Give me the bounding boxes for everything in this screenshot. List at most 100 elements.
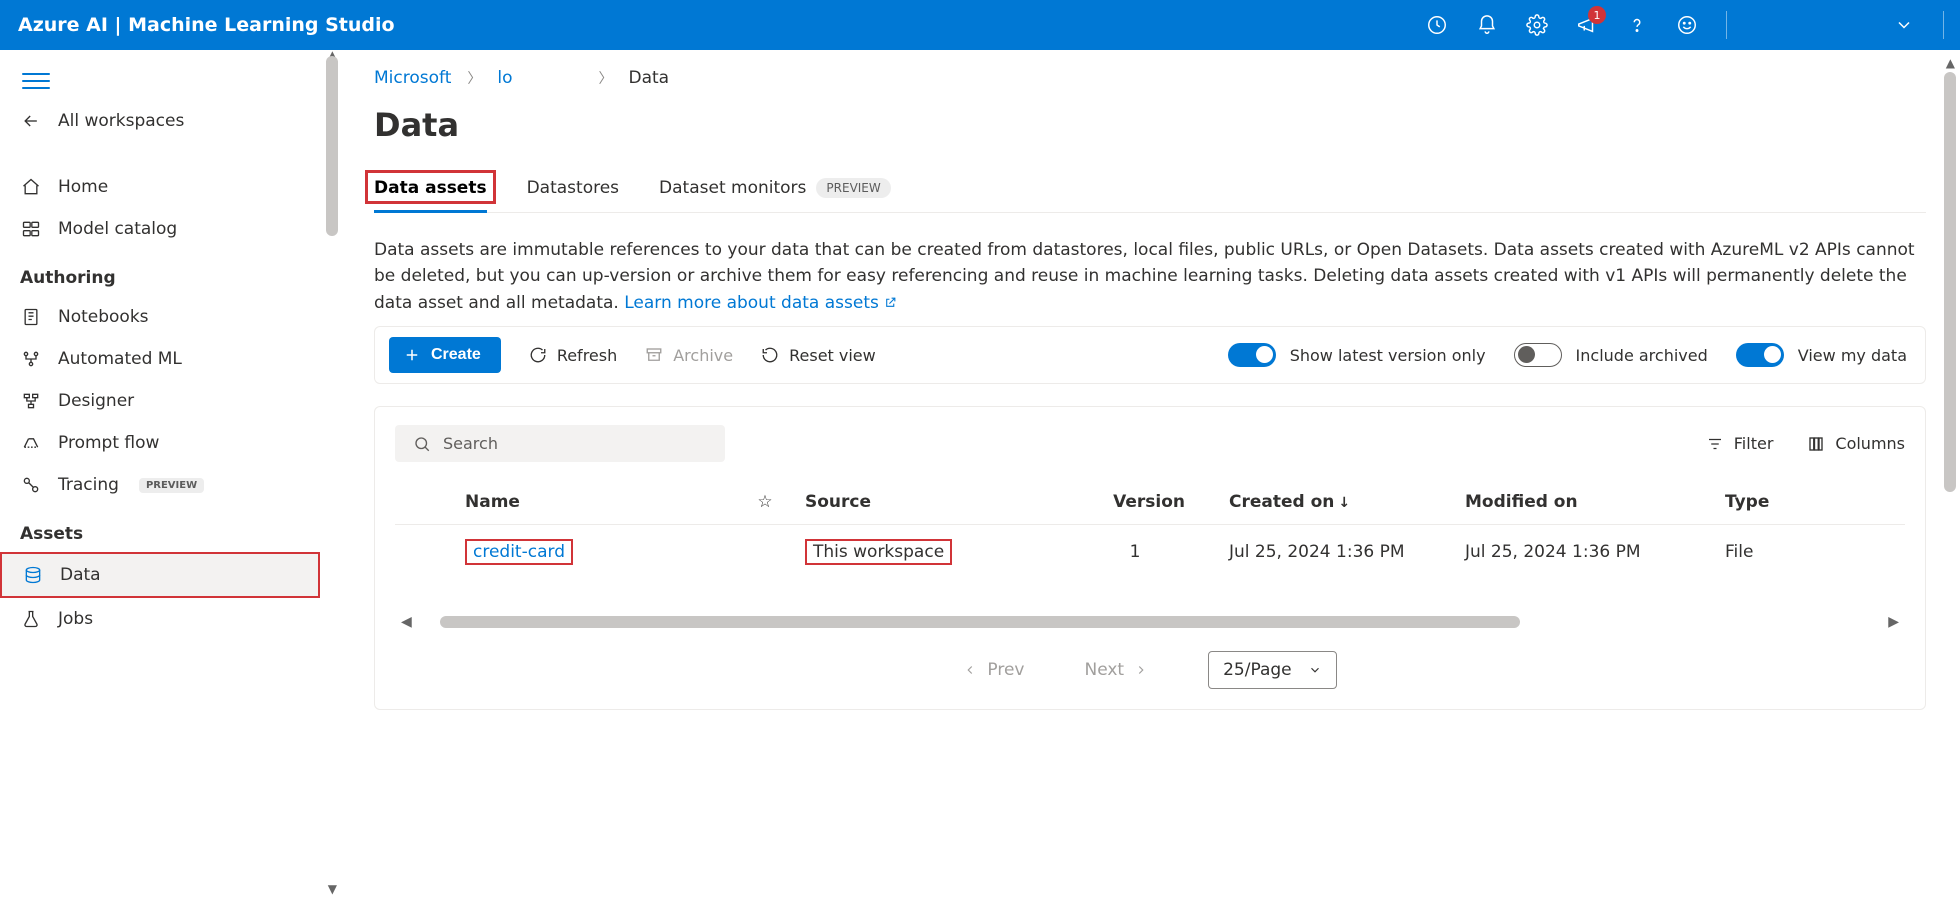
pager-prev[interactable]: Prev [963, 660, 1024, 680]
toggle-latest-version-switch[interactable] [1228, 343, 1276, 367]
topbar-icons: 1 [1426, 11, 1944, 39]
topbar: Azure AI | Machine Learning Studio 1 [0, 0, 1960, 50]
scroll-up-icon[interactable]: ▲ [1946, 56, 1955, 70]
chevron-right-icon: 〉 [599, 68, 613, 88]
catalog-icon [20, 218, 42, 240]
sidebar-item-data[interactable]: Data [0, 552, 320, 598]
bell-icon[interactable] [1476, 14, 1498, 36]
scroll-down-icon[interactable]: ▼ [328, 882, 337, 896]
scroll-thumb[interactable] [326, 56, 338, 236]
sidebar-item-label: Home [58, 177, 108, 197]
notebook-icon [20, 306, 42, 328]
col-type[interactable]: Type [1715, 480, 1905, 525]
main-wrap: Microsoft 〉 lo 〉 Data Data Data assets D… [340, 50, 1960, 900]
breadcrumb-root[interactable]: Microsoft [374, 68, 451, 88]
toggle-label: Show latest version only [1290, 346, 1486, 365]
clock-icon[interactable] [1426, 14, 1448, 36]
page-size-select[interactable]: 25/Page [1208, 651, 1337, 689]
prompt-flow-icon [20, 432, 42, 454]
table-tool-right: Filter Columns [1706, 434, 1905, 453]
toggle-include-archived: Include archived [1514, 343, 1708, 367]
sort-desc-icon: ↓ [1338, 495, 1350, 511]
filter-button[interactable]: Filter [1706, 434, 1774, 453]
command-bar: Create Refresh Archive Reset view S [374, 326, 1926, 384]
tab-datastores[interactable]: Datastores [527, 178, 619, 212]
sidebar-item-label: Model catalog [58, 219, 177, 239]
hamburger-icon[interactable] [0, 58, 320, 100]
data-icon [22, 564, 44, 586]
horizontal-scrollbar[interactable]: ◀ ▶ [395, 615, 1905, 629]
arrow-left-icon [20, 110, 42, 132]
chevron-down-icon[interactable] [1893, 14, 1915, 36]
reset-view-button[interactable]: Reset view [761, 346, 876, 365]
archive-button[interactable]: Archive [645, 346, 733, 365]
search-placeholder: Search [443, 434, 498, 453]
sidebar-item-all-workspaces[interactable]: All workspaces [0, 100, 320, 142]
col-created[interactable]: Created on↓ [1195, 480, 1455, 525]
breadcrumb: Microsoft 〉 lo 〉 Data [374, 68, 1926, 88]
help-icon[interactable] [1626, 14, 1648, 36]
sidebar-scrollbar[interactable]: ▲ ▼ [320, 50, 340, 900]
search-input[interactable]: Search [395, 425, 725, 462]
pager-next[interactable]: Next [1084, 660, 1148, 680]
sidebar-section-assets: Assets [0, 506, 320, 552]
sidebar-item-label: Notebooks [58, 307, 149, 327]
flask-icon [20, 608, 42, 630]
table-row[interactable]: credit-card This workspace 1 Jul 25, 202… [395, 525, 1905, 580]
table-toolbar: Search Filter Columns [395, 425, 1905, 462]
toggle-label: View my data [1798, 346, 1907, 365]
refresh-button[interactable]: Refresh [529, 346, 617, 365]
breadcrumb-mid[interactable]: lo [497, 68, 512, 88]
smile-icon[interactable] [1676, 14, 1698, 36]
col-name[interactable]: Name [455, 480, 735, 525]
tab-data-assets[interactable]: Data assets [374, 178, 487, 212]
cell-created: Jul 25, 2024 1:36 PM [1195, 525, 1455, 580]
asset-name-link[interactable]: credit-card [473, 542, 565, 562]
pager-label: Prev [987, 660, 1024, 680]
megaphone-icon[interactable]: 1 [1576, 14, 1598, 36]
columns-button[interactable]: Columns [1807, 434, 1905, 453]
cmd-label: Filter [1734, 434, 1774, 453]
sidebar-item-notebooks[interactable]: Notebooks [0, 296, 320, 338]
sidebar-item-prompt-flow[interactable]: Prompt flow [0, 422, 320, 464]
create-button[interactable]: Create [389, 337, 501, 373]
cmd-label: Refresh [557, 346, 617, 365]
automl-icon [20, 348, 42, 370]
pager: Prev Next 25/Page [395, 651, 1905, 689]
sidebar-item-home[interactable]: Home [0, 166, 320, 208]
scroll-thumb[interactable] [1944, 72, 1956, 492]
highlight-box: This workspace [805, 539, 952, 565]
sidebar-item-automated-ml[interactable]: Automated ML [0, 338, 320, 380]
sidebar-item-model-catalog[interactable]: Model catalog [0, 208, 320, 250]
toggle-view-my-data: View my data [1736, 343, 1907, 367]
home-icon [20, 176, 42, 198]
scroll-right-icon[interactable]: ▶ [1882, 614, 1905, 630]
toggle-include-archived-switch[interactable] [1514, 343, 1562, 367]
sidebar-item-label: All workspaces [58, 111, 184, 131]
cell-source: This workspace [813, 542, 944, 562]
learn-more-link[interactable]: Learn more about data assets [624, 293, 897, 313]
col-modified[interactable]: Modified on [1455, 480, 1715, 525]
topbar-divider [1726, 11, 1727, 39]
sidebar-wrap: All workspaces Home Model catalog Author… [0, 50, 340, 900]
col-version[interactable]: Version [1075, 480, 1195, 525]
sidebar-item-jobs[interactable]: Jobs [0, 598, 320, 640]
sidebar-item-tracing[interactable]: Tracing PREVIEW [0, 464, 320, 506]
col-source[interactable]: Source [795, 480, 1075, 525]
designer-icon [20, 390, 42, 412]
table-card: Search Filter Columns [374, 406, 1926, 710]
notification-badge: 1 [1588, 6, 1606, 24]
tab-dataset-monitors[interactable]: Dataset monitors PREVIEW [659, 178, 891, 212]
toggle-view-my-data-switch[interactable] [1736, 343, 1784, 367]
col-star[interactable]: ☆ [735, 480, 795, 525]
table-header-row: Name ☆ Source Version Created on↓ Modifi… [395, 480, 1905, 525]
sidebar-item-designer[interactable]: Designer [0, 380, 320, 422]
main-scrollbar[interactable]: ▲ [1944, 58, 1956, 758]
tracing-icon [20, 474, 42, 496]
scroll-thumb[interactable] [440, 616, 1520, 628]
sidebar-item-label: Tracing [58, 475, 119, 495]
tab-label: Dataset monitors [659, 178, 806, 198]
scroll-left-icon[interactable]: ◀ [395, 614, 418, 630]
chevron-right-icon: 〉 [467, 68, 481, 88]
gear-icon[interactable] [1526, 14, 1548, 36]
